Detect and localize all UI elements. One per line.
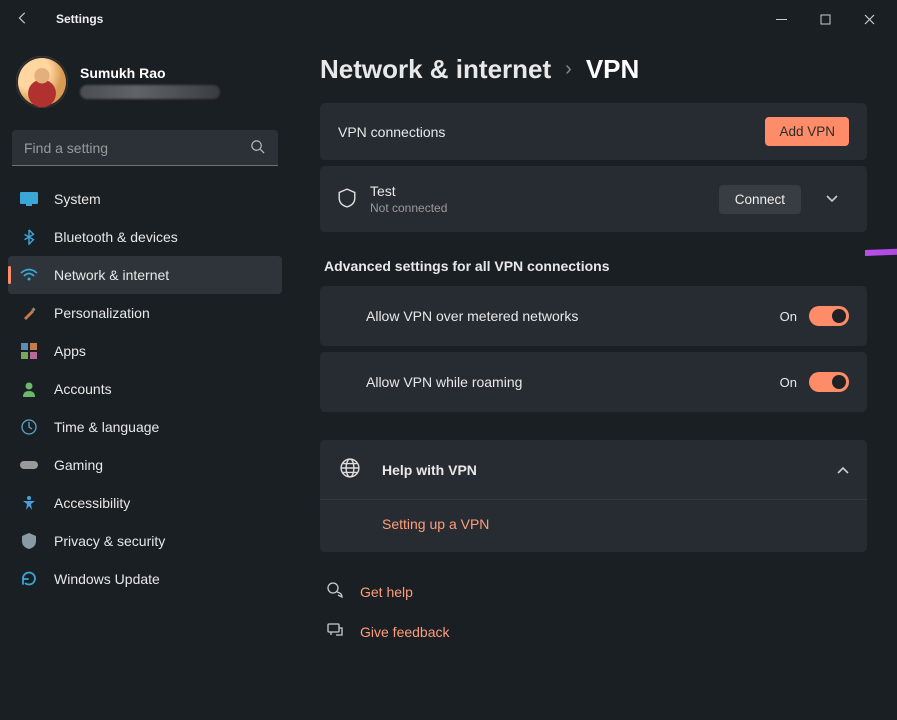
update-icon — [20, 570, 38, 588]
sidebar-item-label: Windows Update — [54, 571, 160, 587]
accessibility-icon — [20, 494, 38, 512]
search-icon — [250, 139, 266, 157]
shield-icon — [20, 532, 38, 550]
brush-icon — [20, 304, 38, 322]
vpn-connections-label: VPN connections — [338, 124, 751, 140]
globe-clock-icon — [20, 418, 38, 436]
sidebar-item-update[interactable]: Windows Update — [8, 560, 282, 598]
profile[interactable]: Sumukh Rao — [8, 48, 282, 122]
breadcrumb: Network & internet › VPN — [320, 54, 867, 85]
sidebar: Sumukh Rao System Bluetooth & devices — [0, 38, 290, 720]
gamepad-icon — [20, 456, 38, 474]
add-vpn-button[interactable]: Add VPN — [765, 117, 849, 146]
search-box[interactable] — [12, 130, 278, 166]
sidebar-item-label: Accounts — [54, 381, 112, 397]
breadcrumb-current: VPN — [586, 54, 639, 85]
toggle-switch-roaming[interactable] — [809, 372, 849, 392]
chevron-right-icon: › — [565, 58, 572, 81]
sidebar-item-system[interactable]: System — [8, 180, 282, 218]
sidebar-item-accounts[interactable]: Accounts — [8, 370, 282, 408]
window-title: Settings — [56, 12, 103, 26]
toggle-state-text: On — [780, 375, 797, 390]
wifi-icon — [20, 266, 38, 284]
main-content: Network & internet › VPN VPN connections… — [290, 38, 897, 720]
breadcrumb-parent[interactable]: Network & internet — [320, 54, 551, 85]
maximize-button[interactable] — [803, 3, 847, 35]
vpn-connection-item: Test Not connected Connect — [320, 166, 867, 232]
sidebar-item-label: Accessibility — [54, 495, 130, 511]
toggle-label: Allow VPN while roaming — [366, 374, 780, 390]
sidebar-item-label: Bluetooth & devices — [54, 229, 178, 245]
help-link-setup[interactable]: Setting up a VPN — [382, 516, 489, 532]
toggle-metered: Allow VPN over metered networks On — [320, 286, 867, 346]
vpn-shield-icon — [338, 188, 356, 211]
sidebar-item-apps[interactable]: Apps — [8, 332, 282, 370]
profile-email-redacted — [80, 85, 220, 99]
search-input[interactable] — [24, 140, 250, 156]
feedback-icon — [324, 622, 346, 642]
sidebar-item-gaming[interactable]: Gaming — [8, 446, 282, 484]
help-chat-icon — [324, 582, 346, 602]
toggle-label: Allow VPN over metered networks — [366, 308, 780, 324]
sidebar-item-bluetooth[interactable]: Bluetooth & devices — [8, 218, 282, 256]
help-card: Help with VPN Setting up a VPN — [320, 440, 867, 552]
help-header[interactable]: Help with VPN — [320, 440, 867, 499]
monitor-icon — [20, 190, 38, 208]
vpn-item-status: Not connected — [370, 201, 705, 215]
sidebar-item-network[interactable]: Network & internet — [8, 256, 282, 294]
sidebar-item-label: Personalization — [54, 305, 150, 321]
avatar — [16, 56, 68, 108]
sidebar-item-label: Apps — [54, 343, 86, 359]
apps-icon — [20, 342, 38, 360]
minimize-button[interactable] — [759, 3, 803, 35]
back-button[interactable] — [16, 11, 36, 28]
expand-vpn-item[interactable] — [815, 182, 849, 216]
sidebar-item-label: Privacy & security — [54, 533, 165, 549]
toggle-roaming: Allow VPN while roaming On — [320, 352, 867, 412]
sidebar-item-privacy[interactable]: Privacy & security — [8, 522, 282, 560]
close-button[interactable] — [847, 3, 891, 35]
advanced-section-title: Advanced settings for all VPN connection… — [324, 258, 867, 274]
vpn-connections-header-card: VPN connections Add VPN — [320, 103, 867, 160]
vpn-item-name: Test — [370, 183, 705, 199]
connect-button[interactable]: Connect — [719, 185, 801, 214]
sidebar-item-personalization[interactable]: Personalization — [8, 294, 282, 332]
footer-label: Get help — [360, 584, 413, 600]
toggle-state-text: On — [780, 309, 797, 324]
give-feedback-link[interactable]: Give feedback — [320, 612, 867, 652]
sidebar-item-label: Gaming — [54, 457, 103, 473]
help-title: Help with VPN — [382, 462, 817, 478]
profile-name: Sumukh Rao — [80, 65, 220, 81]
sidebar-item-accessibility[interactable]: Accessibility — [8, 484, 282, 522]
get-help-link[interactable]: Get help — [320, 572, 867, 612]
person-icon — [20, 380, 38, 398]
footer-label: Give feedback — [360, 624, 450, 640]
nav: System Bluetooth & devices Network & int… — [8, 180, 282, 598]
titlebar: Settings — [0, 0, 897, 38]
sidebar-item-label: Time & language — [54, 419, 159, 435]
sidebar-item-label: Network & internet — [54, 267, 169, 283]
bluetooth-icon — [20, 228, 38, 246]
globe-help-icon — [338, 458, 362, 481]
toggle-switch-metered[interactable] — [809, 306, 849, 326]
chevron-up-icon — [837, 462, 849, 478]
sidebar-item-label: System — [54, 191, 101, 207]
sidebar-item-time-language[interactable]: Time & language — [8, 408, 282, 446]
